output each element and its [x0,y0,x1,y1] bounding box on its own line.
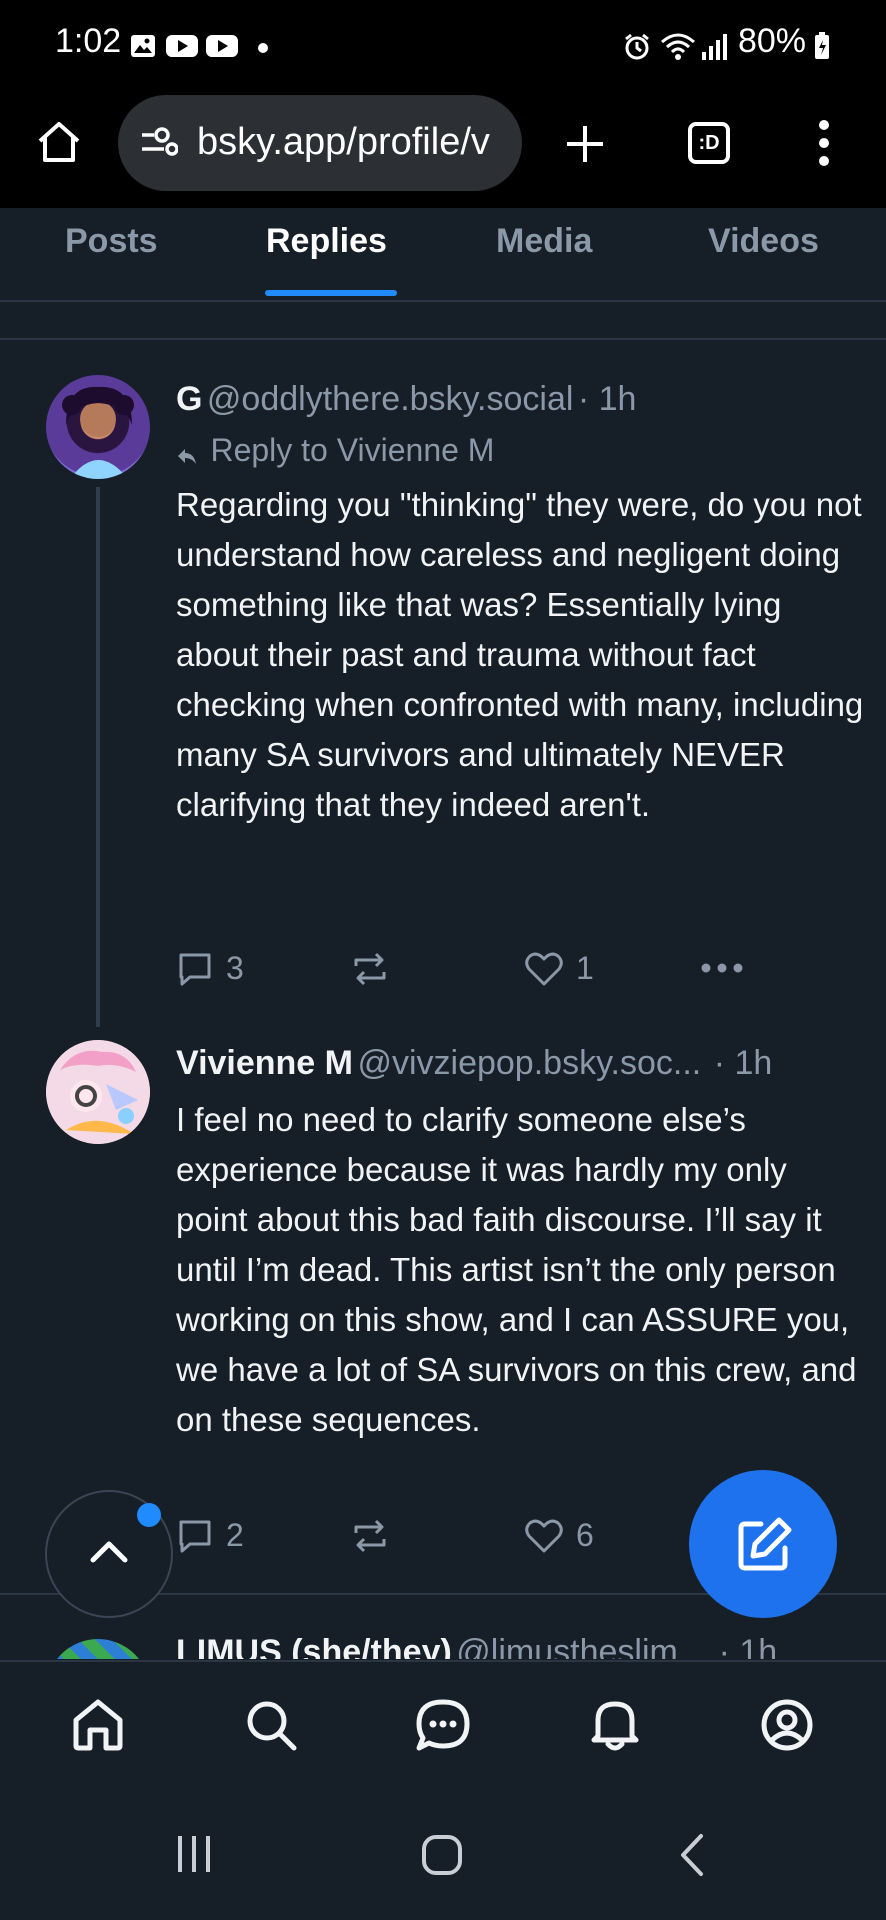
author-name[interactable]: Vivienne M [176,1044,353,1082]
tab-media[interactable]: Media [496,222,592,261]
tab-videos[interactable]: Videos [708,222,819,261]
browser-menu-icon[interactable] [818,119,830,167]
new-tab-icon[interactable] [564,123,606,165]
avatar[interactable] [46,375,150,479]
compose-button[interactable] [689,1470,837,1618]
site-settings-icon[interactable] [140,127,178,157]
post-header: G @oddlythere.bsky.social · 1h [176,380,636,419]
youtube-notification-icon-2 [206,34,238,58]
like-count: 1 [576,950,594,986]
author-name[interactable]: G [176,380,202,418]
back-icon[interactable] [677,1832,705,1878]
system-home-icon[interactable] [421,1834,463,1876]
battery-level: 80% [737,22,806,60]
reply-context[interactable]: Reply to Vivienne M [176,432,494,469]
more-notifications-dot-icon [258,43,268,53]
repost-icon[interactable] [350,1517,390,1555]
home-icon[interactable] [36,119,82,165]
recent-apps-icon[interactable] [174,1834,214,1874]
post-time[interactable]: · 1h [578,380,637,418]
youtube-notification-icon [166,34,198,58]
active-tab-indicator [265,290,397,296]
status-bar: 1:02 80% [0,0,886,95]
author-handle[interactable]: @limustheslim... [456,1633,706,1659]
reply-to-label[interactable]: Reply to Vivienne M [210,432,494,468]
post-header: Vivienne M @vivziepop.bsky.soc... · 1h [176,1044,772,1083]
profile-tabs: Posts Replies Media Videos [0,208,886,302]
system-navigation-bar [0,1790,886,1920]
reply-icon[interactable] [176,1517,214,1555]
battery-charging-icon [814,32,830,60]
gallery-notification-icon [130,34,156,58]
post-text: I feel no need to clarify someone else’s… [176,1101,857,1438]
home-nav-icon[interactable] [72,1698,124,1752]
avatar[interactable] [46,1040,150,1144]
thread-line [96,487,100,1027]
like-icon[interactable] [524,1517,564,1555]
post-time[interactable]: · 1h [719,1633,778,1659]
profile-icon[interactable] [760,1698,814,1752]
chat-icon[interactable] [415,1698,471,1752]
signal-icon [700,32,728,60]
reply-arrow-icon [176,447,198,467]
tab-posts[interactable]: Posts [65,222,158,261]
tab-switcher-label: :D [698,131,720,154]
chevron-up-icon [89,1538,129,1566]
new-posts-indicator [137,1503,161,1527]
url-text[interactable]: bsky.app/profile/v [197,121,517,164]
like-icon[interactable] [524,950,564,988]
avatar[interactable] [46,1639,150,1659]
alarm-icon [623,33,651,61]
post-text: Regarding you "thinking" they were, do y… [176,486,864,823]
post-time[interactable]: · 1h [714,1044,773,1082]
like-count: 6 [576,1517,594,1553]
wifi-icon [660,32,696,60]
tab-replies[interactable]: Replies [266,222,387,261]
post-header: LIMUS (she/they) @limustheslim... · 1h [176,1633,777,1659]
author-name[interactable]: LIMUS (she/they) [176,1633,452,1659]
reply-count: 3 [226,950,244,986]
author-handle[interactable]: @oddlythere.bsky.social [207,380,574,418]
more-options-icon[interactable] [700,962,744,974]
status-time: 1:02 [55,22,122,60]
browser-toolbar: bsky.app/profile/v :D [0,95,886,208]
tab-switcher-button[interactable]: :D [688,122,730,164]
repost-icon[interactable] [350,950,390,988]
reply-count: 2 [226,1517,244,1553]
author-handle[interactable]: @vivziepop.bsky.soc... [357,1044,701,1082]
bottom-navigation [0,1660,886,1792]
notifications-bell-icon[interactable] [588,1696,642,1752]
search-icon[interactable] [244,1698,298,1752]
reply-icon[interactable] [176,950,214,988]
compose-icon [735,1516,793,1574]
